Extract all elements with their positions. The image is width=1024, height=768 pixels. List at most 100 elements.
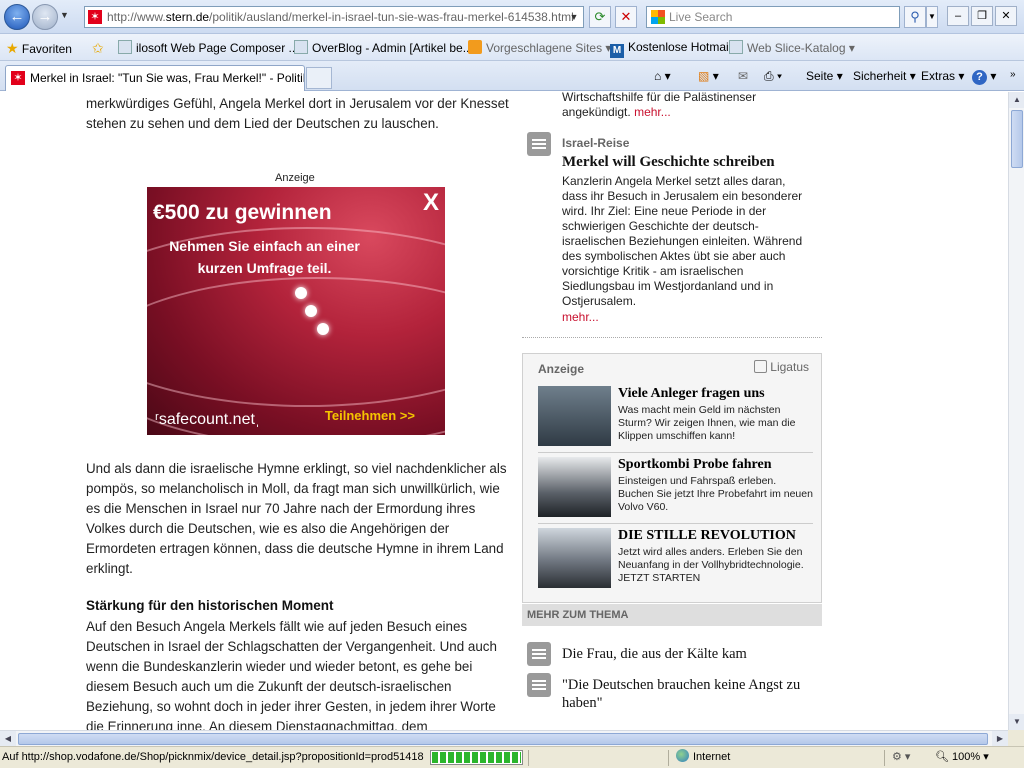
favbar-item-ilosoft[interactable]: ilosoft Web Page Composer ... bbox=[118, 40, 299, 55]
ad-light-dot bbox=[317, 323, 329, 335]
page-load-progress bbox=[430, 750, 523, 765]
site-favicon-icon: ✶ bbox=[11, 71, 25, 85]
ad-label: Anzeige bbox=[275, 172, 315, 184]
section-heading: Stärkung für den historischen Moment bbox=[86, 598, 334, 613]
feeds-button[interactable]: ▧ ▾ bbox=[698, 69, 719, 83]
vertical-scrollbar[interactable]: ▲ ▼ bbox=[1008, 92, 1024, 730]
ligatus-icon bbox=[753, 360, 767, 373]
home-icon: ⌂ bbox=[654, 69, 662, 83]
favbar-item-overblog[interactable]: OverBlog - Admin [Artikel be... bbox=[294, 40, 473, 55]
restore-button[interactable]: ❐ bbox=[971, 6, 993, 26]
security-zone[interactable]: Internet bbox=[676, 747, 730, 768]
more-commands-button[interactable]: » bbox=[1010, 69, 1016, 80]
history-dropdown[interactable]: ▼ bbox=[60, 10, 69, 20]
sponsored-title[interactable]: Sportkombi Probe fahren bbox=[618, 457, 772, 473]
page-menu[interactable]: Seite ▾ bbox=[806, 69, 843, 83]
list-bullet-icon bbox=[527, 642, 551, 666]
sponsored-desc: Jetzt wird alles anders. Erleben Sie den… bbox=[618, 546, 804, 584]
home-button[interactable]: ⌂ ▾ bbox=[654, 69, 671, 83]
protected-mode-icon[interactable]: ⚙ ▾ bbox=[892, 747, 910, 768]
status-divider bbox=[528, 750, 529, 766]
menu-label: Seite bbox=[806, 69, 834, 83]
search-input[interactable]: Live Search bbox=[646, 6, 900, 28]
tools-menu[interactable]: Extras ▾ bbox=[921, 69, 964, 83]
sponsored-thumbnail bbox=[538, 528, 611, 588]
ad-close-icon[interactable]: X bbox=[423, 189, 439, 217]
favbar-label: Kostenlose Hotmail bbox=[628, 40, 732, 54]
new-tab-button[interactable] bbox=[306, 67, 332, 89]
vertical-scroll-thumb[interactable] bbox=[1011, 110, 1023, 168]
more-link[interactable]: mehr... bbox=[562, 310, 599, 325]
search-placeholder: Live Search bbox=[669, 10, 733, 24]
ligatus-link[interactable]: Ligatus bbox=[753, 360, 809, 374]
favbar-label: Web Slice-Katalog bbox=[747, 41, 846, 55]
favbar-item-suggested-sites[interactable]: Vorgeschlagene Sites ▾ bbox=[468, 40, 611, 55]
tab-title: Merkel in Israel: "Tun Sie was, Frau Mer… bbox=[30, 71, 305, 85]
favorites-star-icon: ★ bbox=[6, 40, 19, 56]
favbar-item-hotmail[interactable]: M Kostenlose Hotmail bbox=[610, 40, 731, 58]
search-options-dropdown[interactable]: ▼ bbox=[926, 6, 938, 28]
favorites-button[interactable]: ★ Favoriten bbox=[6, 40, 72, 57]
sponsored-title[interactable]: DIE STILLE REVOLUTION bbox=[618, 528, 796, 544]
banner-ad[interactable]: €500 zu gewinnen Nehmen Sie einfach an e… bbox=[147, 187, 445, 435]
favbar-item-web-slice[interactable]: Web Slice-Katalog ▾ bbox=[729, 40, 855, 55]
globe-icon bbox=[676, 749, 689, 762]
rss-icon: ▧ bbox=[698, 69, 710, 83]
add-favorite-button[interactable]: ✩ bbox=[92, 40, 104, 57]
scroll-up-icon[interactable]: ▲ bbox=[1009, 92, 1024, 108]
ad-subtext: Nehmen Sie einfach an einer kurzen Umfra… bbox=[169, 238, 360, 276]
menu-label: Sicherheit bbox=[853, 69, 907, 83]
article-intro: merkwürdiges Gefühl, Angela Merkel dort … bbox=[86, 96, 509, 131]
page-icon bbox=[294, 40, 308, 54]
minimize-button[interactable]: – bbox=[947, 6, 969, 26]
more-link[interactable]: mehr... bbox=[634, 105, 671, 119]
more-topic-link[interactable]: Die Frau, die aus der Kälte kam bbox=[562, 645, 747, 663]
tab-bar: ✶ Merkel in Israel: "Tun Sie was, Frau M… bbox=[0, 61, 1024, 91]
separator bbox=[522, 337, 822, 338]
close-window-button[interactable]: ✕ bbox=[995, 6, 1017, 26]
mail-button[interactable]: ✉ bbox=[738, 69, 748, 83]
ad-headline: €500 zu gewinnen bbox=[153, 201, 332, 224]
back-button[interactable]: ← bbox=[4, 4, 30, 30]
address-bar[interactable]: ✶ http://www.stern.de/politik/ausland/me… bbox=[84, 6, 584, 28]
print-icon: ⎙ bbox=[764, 69, 774, 83]
separator bbox=[538, 452, 813, 453]
horizontal-scroll-thumb[interactable] bbox=[18, 733, 988, 745]
safety-menu[interactable]: Sicherheit ▾ bbox=[853, 69, 916, 83]
sponsored-item[interactable]: Viele Anleger fragen uns Was macht mein … bbox=[538, 386, 813, 453]
add-favorite-icon: ✩ bbox=[92, 40, 104, 56]
sponsored-box: Anzeige Ligatus Viele Anleger fragen uns… bbox=[522, 353, 822, 603]
article-paragraph: Auf den Besuch Angela Merkels fällt wie … bbox=[86, 619, 497, 730]
teaser-title[interactable]: Merkel will Geschichte schreiben bbox=[562, 153, 775, 171]
zoom-control[interactable]: 🔍︎ 100% ▾ bbox=[935, 747, 989, 768]
scroll-left-icon[interactable]: ◀ bbox=[0, 731, 16, 747]
print-button[interactable]: ⎙ ▾ bbox=[764, 69, 782, 84]
horizontal-scrollbar[interactable]: ◀ ▶ bbox=[0, 730, 1008, 747]
favbar-label: Vorgeschlagene Sites bbox=[486, 41, 603, 55]
teaser-body-text: Kanzlerin Angela Merkel setzt alles dara… bbox=[562, 174, 803, 308]
ligatus-label: Ligatus bbox=[770, 360, 809, 374]
stop-button[interactable]: ✕ bbox=[615, 6, 637, 28]
sponsored-item[interactable]: DIE STILLE REVOLUTION Jetzt wird alles a… bbox=[538, 528, 813, 590]
address-dropdown-icon[interactable]: ▼ bbox=[567, 9, 581, 25]
more-topic-link[interactable]: "Die Deutschen brauchen keine Angst zu h… bbox=[562, 676, 817, 712]
status-divider bbox=[668, 750, 669, 766]
page-viewport: merkwürdiges Gefühl, Angela Merkel dort … bbox=[0, 92, 1008, 730]
windows-live-icon bbox=[651, 10, 665, 24]
scroll-down-icon[interactable]: ▼ bbox=[1009, 714, 1024, 730]
zoom-level: 100% bbox=[952, 751, 981, 763]
progress-fill bbox=[432, 752, 521, 763]
teaser-body: Kanzlerin Angela Merkel setzt alles dara… bbox=[562, 174, 808, 309]
ad-cta-button[interactable]: Teilnehmen >> bbox=[325, 408, 415, 423]
zone-label: Internet bbox=[693, 751, 731, 763]
refresh-button[interactable]: ⟳ bbox=[589, 6, 611, 28]
scroll-right-icon[interactable]: ▶ bbox=[992, 731, 1008, 747]
sponsored-item[interactable]: Sportkombi Probe fahren Einsteigen und F… bbox=[538, 457, 813, 524]
search-button[interactable]: ⚲ bbox=[904, 6, 926, 28]
forward-button[interactable]: → bbox=[32, 4, 58, 30]
help-button[interactable]: ? ▾ bbox=[972, 69, 996, 85]
tab-active[interactable]: ✶ Merkel in Israel: "Tun Sie was, Frau M… bbox=[5, 65, 305, 91]
url-prefix: http://www. bbox=[107, 10, 166, 24]
sponsored-title[interactable]: Viele Anleger fragen uns bbox=[618, 386, 765, 402]
teaser-kicker: Israel-Reise bbox=[562, 136, 630, 150]
